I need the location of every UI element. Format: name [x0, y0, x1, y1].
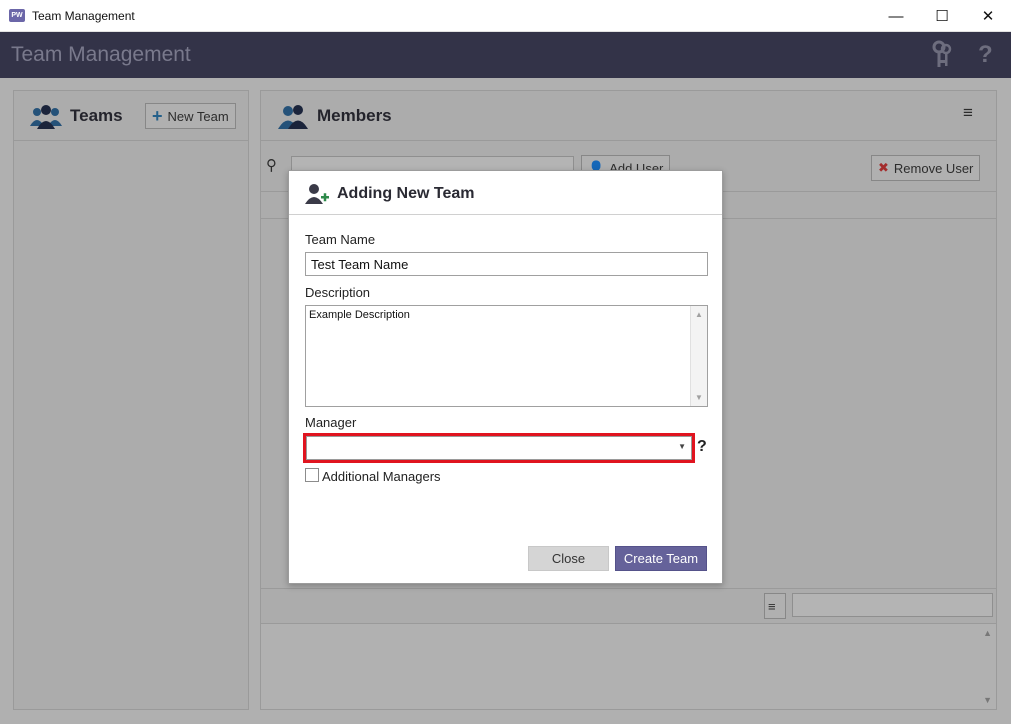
description-label: Description — [305, 285, 371, 300]
manager-highlight: ▼ — [303, 433, 695, 463]
maximize-button[interactable]: ☐ — [919, 0, 965, 32]
new-team-dialog: Adding New Team Team Name Description Ex… — [288, 170, 723, 584]
close-window-button[interactable]: ✕ — [965, 0, 1011, 32]
scroll-up-arrow[interactable]: ▲ — [695, 310, 703, 319]
window-titlebar: PW Team Management — ☐ ✕ — [0, 0, 1011, 32]
manager-help-icon[interactable]: ? — [697, 438, 707, 456]
manager-dropdown[interactable]: ▼ — [306, 436, 692, 460]
create-team-button[interactable]: Create Team — [615, 546, 707, 571]
close-button[interactable]: Close — [528, 546, 609, 571]
dialog-header: Adding New Team — [289, 171, 722, 215]
dialog-title: Adding New Team — [337, 185, 475, 202]
chevron-down-icon: ▼ — [678, 442, 686, 451]
minimize-button[interactable]: — — [873, 0, 919, 32]
add-user-icon — [305, 184, 329, 204]
description-textarea[interactable]: Example Description — [305, 305, 708, 407]
additional-managers-label[interactable]: Additional Managers — [322, 469, 441, 484]
manager-label: Manager — [305, 415, 357, 430]
app-icon: PW — [9, 9, 25, 22]
team-name-label: Team Name — [305, 232, 376, 247]
window-title: Team Management — [32, 8, 135, 23]
description-scrollbar[interactable]: ▲ ▼ — [690, 306, 707, 406]
scroll-down-arrow[interactable]: ▼ — [695, 393, 703, 402]
team-name-input[interactable] — [305, 252, 708, 276]
additional-managers-checkbox[interactable] — [305, 468, 319, 482]
window-controls: — ☐ ✕ — [873, 0, 1011, 32]
